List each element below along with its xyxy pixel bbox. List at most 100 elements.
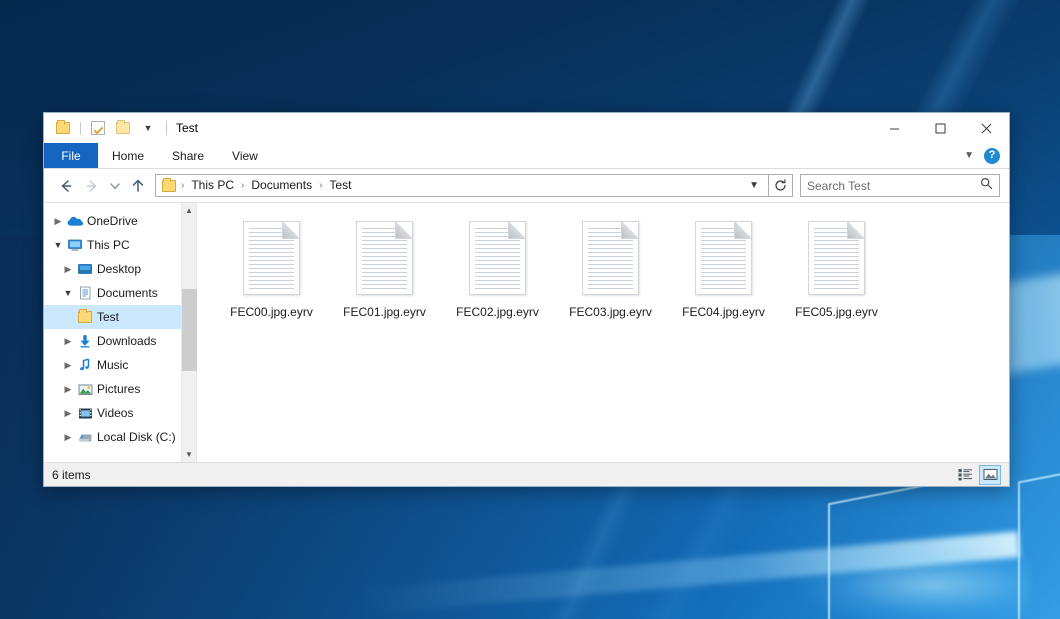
sidebar-item-documents[interactable]: ▼ Documents: [44, 281, 181, 305]
chevron-right-icon[interactable]: ▶: [50, 216, 66, 227]
address-dropdown-icon[interactable]: ▼: [744, 180, 764, 191]
list-item[interactable]: FEC05.jpg.eyrv: [780, 217, 893, 319]
sidebar-item-downloads[interactable]: ▶ Downloads: [44, 329, 181, 353]
tab-share[interactable]: Share: [158, 143, 218, 168]
list-item[interactable]: FEC03.jpg.eyrv: [554, 217, 667, 319]
explorer-body: ▶ OneDrive ▼ This PC ▶: [44, 202, 1009, 462]
file-list-pane[interactable]: FEC00.jpg.eyrv FEC01.jpg.eyrv FEC02.jpg.…: [196, 203, 1009, 462]
file-name-label: FEC05.jpg.eyrv: [795, 305, 878, 319]
sidebar-item-label: Documents: [97, 286, 158, 300]
qat-divider: [80, 122, 81, 135]
view-toggle-group: [954, 465, 1001, 485]
tab-home[interactable]: Home: [98, 143, 158, 168]
breadcrumb-separator: ›: [180, 180, 185, 191]
title-bar: ▼ Test: [44, 113, 1009, 143]
folder-tree: ▶ OneDrive ▼ This PC ▶: [44, 203, 181, 462]
scrollbar-track[interactable]: [182, 218, 197, 447]
music-icon: [76, 358, 94, 372]
search-input[interactable]: Search Test: [807, 179, 870, 193]
close-button[interactable]: [963, 113, 1009, 143]
status-bar: 6 items: [44, 462, 1009, 486]
breadcrumb-this-pc[interactable]: This PC: [187, 175, 238, 196]
chevron-down-icon[interactable]: ▼: [964, 150, 974, 161]
refresh-button[interactable]: [769, 174, 793, 197]
sidebar-item-local-disk-c[interactable]: ▶ Local Disk (C:): [44, 425, 181, 449]
window-title: Test: [166, 121, 198, 135]
sidebar-item-desktop[interactable]: ▶ Desktop: [44, 257, 181, 281]
sidebar-item-videos[interactable]: ▶ Videos: [44, 401, 181, 425]
new-folder-icon[interactable]: [113, 118, 133, 138]
window-controls: [871, 113, 1009, 143]
this-pc-icon: [66, 239, 84, 252]
generic-document-icon: [356, 221, 413, 295]
list-item[interactable]: FEC04.jpg.eyrv: [667, 217, 780, 319]
breadcrumb-separator: ›: [240, 180, 245, 191]
chevron-right-icon[interactable]: ▶: [60, 384, 76, 395]
file-explorer-window: ▼ Test File Home Share View ▼ ?: [43, 112, 1010, 487]
sidebar-item-test[interactable]: Test: [44, 305, 181, 329]
details-view-button[interactable]: [954, 465, 976, 485]
generic-document-icon: [808, 221, 865, 295]
documents-icon: [76, 286, 94, 300]
sidebar-item-label: This PC: [87, 238, 130, 252]
sidebar-item-label: Downloads: [97, 334, 156, 348]
recent-locations-icon[interactable]: [105, 173, 125, 199]
address-breadcrumb-bar[interactable]: › This PC › Documents › Test ▼: [155, 174, 769, 197]
sidebar-item-label: Test: [97, 310, 119, 324]
chevron-down-icon[interactable]: ▼: [60, 288, 76, 298]
sidebar-item-label: Local Disk (C:): [97, 430, 176, 444]
list-item[interactable]: FEC02.jpg.eyrv: [441, 217, 554, 319]
chevron-right-icon[interactable]: ▶: [60, 360, 76, 371]
ribbon-right-controls: ▼ ?: [964, 143, 1009, 168]
address-bar-row: › This PC › Documents › Test ▼ Search Te…: [44, 169, 1009, 202]
chevron-right-icon[interactable]: ▶: [60, 432, 76, 443]
sidebar-item-label: Videos: [97, 406, 133, 420]
chevron-down-icon[interactable]: ▼: [50, 240, 66, 250]
item-count-label: 6 items: [52, 468, 91, 482]
minimize-button[interactable]: [871, 113, 917, 143]
breadcrumb-test[interactable]: Test: [325, 175, 355, 196]
sidebar-item-pictures[interactable]: ▶ Pictures: [44, 377, 181, 401]
tab-view[interactable]: View: [218, 143, 272, 168]
pictures-icon: [76, 383, 94, 396]
breadcrumb-documents[interactable]: Documents: [247, 175, 316, 196]
properties-icon[interactable]: [88, 118, 108, 138]
desktop-icon: [76, 263, 94, 276]
scroll-up-icon[interactable]: ▲: [182, 203, 197, 218]
sidebar-item-onedrive[interactable]: ▶ OneDrive: [44, 209, 181, 233]
file-name-label: FEC03.jpg.eyrv: [569, 305, 652, 319]
back-button[interactable]: [53, 173, 79, 199]
tab-file[interactable]: File: [44, 143, 98, 168]
chevron-right-icon[interactable]: ▶: [60, 408, 76, 419]
large-icons-view-button[interactable]: [979, 465, 1001, 485]
sidebar-item-label: Music: [97, 358, 128, 372]
maximize-button[interactable]: [917, 113, 963, 143]
sidebar-scrollbar[interactable]: ▲ ▼: [181, 203, 196, 462]
sidebar-item-label: Desktop: [97, 262, 141, 276]
scroll-down-icon[interactable]: ▼: [182, 447, 197, 462]
folder-icon: [76, 311, 94, 323]
videos-icon: [76, 407, 94, 420]
customize-caret-icon[interactable]: ▼: [138, 118, 158, 138]
folder-icon[interactable]: [53, 118, 73, 138]
search-icon[interactable]: [980, 177, 993, 195]
up-button[interactable]: [125, 173, 151, 199]
file-name-label: FEC01.jpg.eyrv: [343, 305, 426, 319]
chevron-right-icon[interactable]: ▶: [60, 264, 76, 275]
file-name-label: FEC00.jpg.eyrv: [230, 305, 313, 319]
generic-document-icon: [243, 221, 300, 295]
ribbon-tab-bar: File Home Share View ▼ ?: [44, 143, 1009, 169]
sidebar-item-label: Pictures: [97, 382, 140, 396]
quick-access-toolbar: ▼: [44, 118, 158, 138]
search-box[interactable]: Search Test: [800, 174, 1000, 197]
list-item[interactable]: FEC01.jpg.eyrv: [328, 217, 441, 319]
disk-icon: [76, 431, 94, 444]
sidebar-item-music[interactable]: ▶ Music: [44, 353, 181, 377]
help-icon[interactable]: ?: [984, 148, 1000, 164]
chevron-right-icon[interactable]: ▶: [60, 336, 76, 347]
file-name-label: FEC04.jpg.eyrv: [682, 305, 765, 319]
list-item[interactable]: FEC00.jpg.eyrv: [215, 217, 328, 319]
sidebar-item-this-pc[interactable]: ▼ This PC: [44, 233, 181, 257]
scrollbar-thumb[interactable]: [182, 289, 197, 371]
forward-button[interactable]: [79, 173, 105, 199]
